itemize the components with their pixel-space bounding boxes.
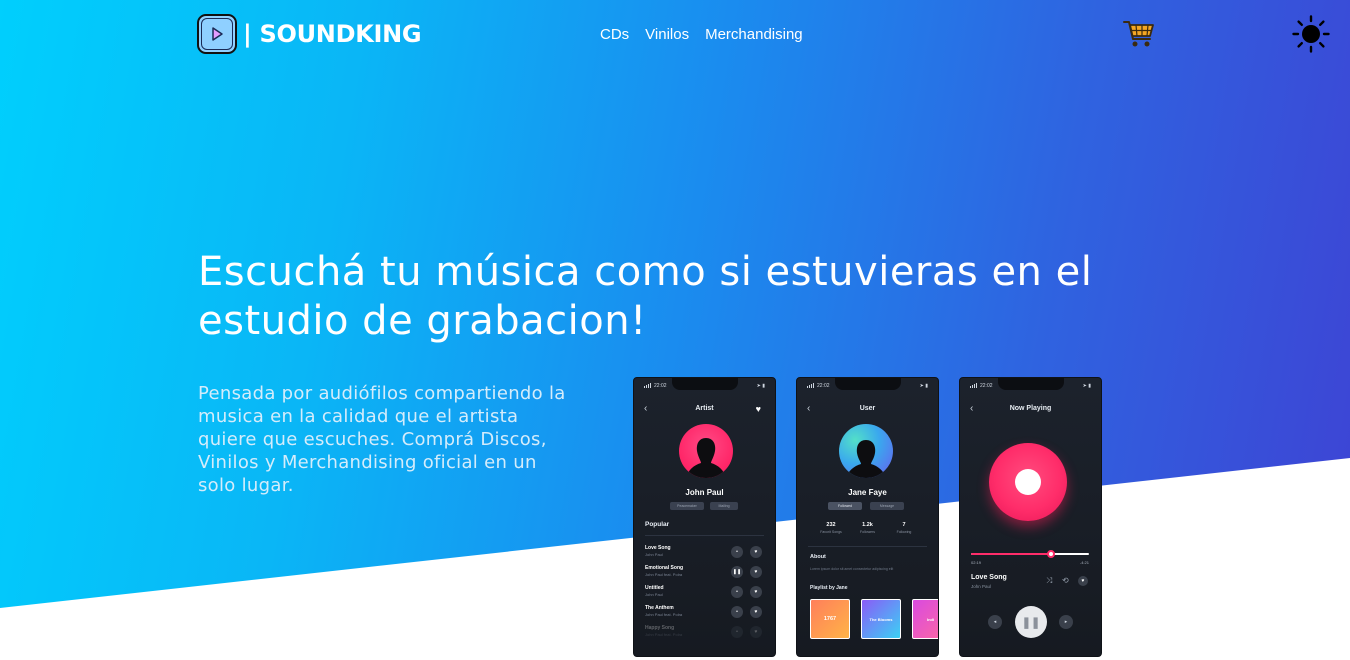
phone-mockup-user: 22:02 ➤ ▮ ‹ User Jane Faye Followed Mess… (796, 377, 939, 657)
hero-description: Pensada por audiófilos compartiendo la m… (198, 383, 566, 496)
popular-heading: Popular (645, 521, 670, 528)
stat-value: 232 (826, 522, 836, 528)
phone-mockup-now-playing: 22:02 ➤ ▮ ‹ Now Playing 02:19 -4:21 Love… (959, 377, 1102, 657)
progress-knob (1047, 550, 1056, 558)
song-artist: John Paul (645, 552, 663, 557)
stat-favorites: 232 Favorit Songs (813, 522, 849, 534)
playlist-card: 1767 (810, 599, 850, 639)
signal-icon (970, 383, 977, 388)
heart-icon: ♥ (750, 566, 762, 578)
stat-following: 7 Following (886, 522, 922, 534)
artist-chip: Mailing (710, 502, 738, 510)
vinyl-disc (989, 443, 1067, 521)
stat-label: Following (896, 530, 912, 534)
progress-bar (971, 550, 1089, 558)
heart-icon: ♥ (750, 586, 762, 598)
hero-title: Escuchá tu música como si estuvieras en … (198, 249, 1093, 344)
person-silhouette-icon (846, 440, 886, 478)
phone-notch (998, 378, 1064, 390)
user-stats: 232 Favorit Songs 1.2k Followers 7 Follo… (813, 522, 922, 534)
elapsed-time: 02:19 (971, 560, 982, 565)
about-text: Lorem ipsum dolor sit amet consectetur a… (810, 567, 894, 571)
play-triangle-icon (197, 14, 237, 54)
screen-title: Artist (695, 405, 714, 412)
followed-chip: Followed (828, 502, 862, 510)
battery-icon: ➤ ▮ (919, 383, 928, 389)
nav-link-vinilos[interactable]: Vinilos (645, 26, 689, 43)
phone-mockup-artist: 22:02 ➤ ▮ ‹ Artist ♥ John Paul Peacemake… (633, 377, 776, 657)
progress-fill (971, 553, 1052, 555)
song-artist: John Paul feat. Polra (645, 612, 683, 617)
shuffle-icon: ⤨ (1046, 576, 1053, 585)
status-time: 22:02 (817, 383, 830, 389)
remaining-time: -4:21 (1079, 560, 1089, 565)
artist-name: John Paul (685, 488, 724, 497)
navbar: | SOUNDKING CDs Vinilos Merchandising (0, 0, 1350, 70)
screen-title: Now Playing (1009, 405, 1052, 412)
artist-avatar (679, 424, 733, 478)
next-icon: ▸ (1059, 615, 1073, 629)
list-item: Untitled John Paul • ♥ (645, 585, 764, 601)
signal-icon (807, 383, 814, 388)
stat-label: Favorit Songs (820, 530, 842, 534)
phone-notch (835, 378, 901, 390)
battery-icon: ➤ ▮ (756, 383, 765, 389)
list-item: The Anthem John Paul feat. Polra • ♥ (645, 605, 764, 621)
user-name: Jane Faye (848, 488, 887, 497)
heart-icon: ♥ (750, 626, 762, 638)
heart-icon: ♥ (755, 404, 761, 414)
now-playing-artist: John Paul (971, 584, 992, 589)
song-artist: John Paul (645, 592, 663, 597)
stat-followers: 1.2k Followers (850, 522, 886, 534)
nav-link-merchandising[interactable]: Merchandising (705, 26, 803, 43)
song-artist: John Paul feat. Polra (645, 572, 683, 577)
sun-icon[interactable] (1292, 15, 1330, 53)
status-time: 22:02 (654, 383, 667, 389)
song-title: Untitled (645, 585, 664, 591)
about-heading: About (810, 554, 826, 560)
more-icon: • (731, 546, 743, 558)
song-title: Emotional Song (645, 565, 684, 571)
heart-icon: ♥ (750, 546, 762, 558)
playlist-heading: Playlist by Jane (810, 585, 848, 591)
list-item: Love Song John Paul • ♥ (645, 545, 764, 561)
stat-label: Followers (860, 530, 875, 534)
phone-notch (672, 378, 738, 390)
nav-links: CDs Vinilos Merchandising (600, 26, 803, 43)
song-title: Happy Song (645, 625, 675, 631)
previous-icon: ◂ (988, 615, 1002, 629)
stat-value: 7 (902, 522, 906, 528)
pause-icon: ❚❚ (731, 566, 743, 578)
signal-icon (644, 383, 651, 388)
now-playing-title: Love Song (971, 574, 1007, 581)
brand-name: | SOUNDKING (243, 20, 422, 48)
screen-title: User (859, 405, 876, 412)
battery-icon: ➤ ▮ (1082, 383, 1091, 389)
nav-link-cds[interactable]: CDs (600, 26, 629, 43)
message-chip: Message (870, 502, 904, 510)
playlist-card: Indi (912, 599, 938, 639)
playlist-card: The Blooms (861, 599, 901, 639)
user-avatar (839, 424, 893, 478)
person-silhouette-icon (686, 438, 726, 478)
more-icon: • (731, 606, 743, 618)
brand-logo-link[interactable]: | SOUNDKING (197, 14, 422, 54)
list-item: Happy Song John Paul feat. Polra • ♥ (645, 625, 764, 641)
song-title: Love Song (645, 545, 671, 551)
list-item: Emotional Song John Paul feat. Polra ❚❚ … (645, 565, 764, 581)
divider (645, 535, 764, 536)
pause-icon: ❚❚ (1015, 606, 1047, 638)
stat-value: 1.2k (862, 522, 873, 528)
more-icon: • (731, 586, 743, 598)
more-icon: • (731, 626, 743, 638)
status-time: 22:02 (980, 383, 993, 389)
divider (808, 546, 927, 547)
heart-icon: ♥ (1078, 576, 1088, 586)
shopping-cart-icon[interactable] (1122, 17, 1156, 51)
song-artist: John Paul feat. Polra (645, 632, 683, 637)
repeat-icon: ⟲ (1062, 576, 1069, 585)
song-title: The Anthem (645, 605, 674, 611)
heart-icon: ♥ (750, 606, 762, 618)
artist-chip: Peacemaker (670, 502, 704, 510)
